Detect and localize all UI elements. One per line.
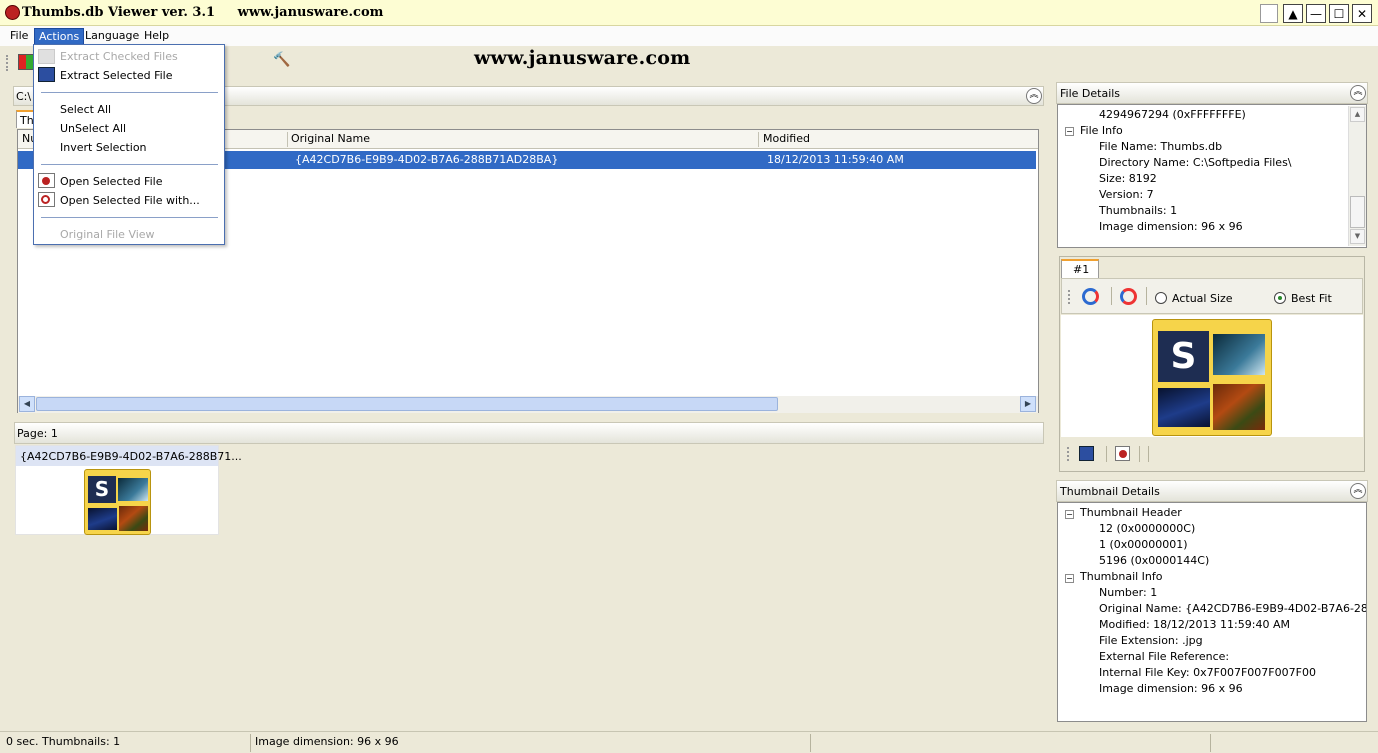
- actual-size-label[interactable]: Actual Size: [1172, 292, 1233, 305]
- thumb-details-header: Thumbnail Details ︽: [1056, 480, 1368, 502]
- best-fit-radio[interactable]: [1274, 292, 1286, 304]
- vertical-scrollbar[interactable]: ▲ ▼: [1348, 106, 1366, 246]
- thumbnail-caption: {A42CD7B6-E9B9-4D02-B7A6-288B71...: [20, 450, 242, 463]
- thumb-details-tree: − Thumbnail Header 12 (0x0000000C) 1 (0x…: [1057, 502, 1367, 722]
- tree-item: 5196 (0x0000144C): [1099, 554, 1210, 567]
- tree-item: 12 (0x0000000C): [1099, 522, 1196, 535]
- rollup-button[interactable]: ▲: [1283, 4, 1303, 23]
- column-modified[interactable]: Modified: [763, 132, 810, 145]
- file-details-tree: 4294967294 (0xFFFFFFFE) − File Info File…: [1057, 104, 1367, 248]
- extract-checked-icon: [38, 49, 55, 64]
- window-menu-button[interactable]: [1260, 4, 1278, 23]
- app-bug-icon: [5, 5, 20, 20]
- tree-item: Internal File Key: 0x7F007F007F007F00: [1099, 666, 1316, 679]
- preview-image: S: [1152, 319, 1272, 436]
- tree-item: Modified: 18/12/2013 11:59:40 AM: [1099, 618, 1290, 631]
- tree-item: Original Name: {A42CD7B6-E9B9-4D02-B7A6-…: [1099, 602, 1366, 615]
- tree-item: Number: 1: [1099, 586, 1158, 599]
- scroll-right-icon[interactable]: ▶: [1020, 396, 1036, 412]
- tree-item: File Name: Thumbs.db: [1099, 140, 1223, 153]
- collapse-up-icon[interactable]: ︽: [1350, 483, 1366, 499]
- tree-item: 1 (0x00000001): [1099, 538, 1188, 551]
- tree-group-file-info[interactable]: File Info: [1080, 124, 1123, 137]
- rotate-right-icon[interactable]: [1120, 288, 1137, 305]
- scroll-thumb[interactable]: [36, 397, 778, 411]
- close-button[interactable]: ✕: [1352, 4, 1372, 23]
- menu-item-select-all[interactable]: Select All: [60, 103, 111, 116]
- window-title: Thumbs.db Viewer ver. 3.1 www.janusware.…: [22, 5, 384, 20]
- tree-item: External File Reference:: [1099, 650, 1230, 663]
- menu-item-open-selected[interactable]: Open Selected File: [60, 175, 162, 188]
- collapse-icon[interactable]: −: [1065, 510, 1074, 519]
- menu-file[interactable]: File: [6, 28, 32, 45]
- open-external-icon[interactable]: [1115, 446, 1130, 461]
- collapse-icon[interactable]: −: [1065, 574, 1074, 583]
- menu-item-unselect-all[interactable]: UnSelect All: [60, 122, 126, 135]
- path-label: C:\: [16, 90, 32, 103]
- toolbar-grip: [6, 55, 9, 71]
- status-image-dimension: Image dimension: 96 x 96: [255, 735, 399, 748]
- rotate-left-icon[interactable]: [1082, 288, 1099, 305]
- website-banner[interactable]: www.janusware.com: [474, 47, 690, 69]
- title-bar: Thumbs.db Viewer ver. 3.1 www.janusware.…: [0, 0, 1378, 26]
- scroll-left-icon[interactable]: ◀: [19, 396, 35, 412]
- menu-item-original-file-view: Original File View: [60, 228, 155, 241]
- column-original-name[interactable]: Original Name: [291, 132, 370, 145]
- menu-bar: File Actions Language Help: [0, 26, 1378, 46]
- menu-item-open-selected-with[interactable]: Open Selected File with...: [60, 194, 200, 207]
- file-details-title: File Details: [1060, 87, 1121, 100]
- actions-menu: Extract Checked Files Extract Selected F…: [33, 44, 225, 245]
- row-original-name: {A42CD7B6-E9B9-4D02-B7A6-288B71AD28BA}: [295, 153, 559, 166]
- preview-bottom-toolbar: [1061, 440, 1363, 469]
- file-details-header: File Details ︽: [1056, 82, 1368, 104]
- tree-item: Size: 8192: [1099, 172, 1157, 185]
- menu-item-extract-selected[interactable]: Extract Selected File: [60, 69, 172, 82]
- menu-item-extract-checked: Extract Checked Files: [60, 50, 178, 63]
- preview-toolbar: Actual Size Best Fit: [1061, 278, 1363, 314]
- collapse-up-icon[interactable]: ︽: [1026, 88, 1042, 104]
- save-icon: [38, 67, 55, 82]
- thumbnail-card[interactable]: {A42CD7B6-E9B9-4D02-B7A6-288B71... S: [15, 445, 242, 535]
- minimize-button[interactable]: —: [1306, 4, 1326, 23]
- tree-item: File Extension: .jpg: [1099, 634, 1203, 647]
- open-with-icon: [38, 192, 55, 207]
- tree-item: Image dimension: 96 x 96: [1099, 220, 1243, 233]
- row-modified: 18/12/2013 11:59:40 AM: [767, 153, 904, 166]
- scroll-thumb[interactable]: [1350, 196, 1365, 228]
- preview-canvas: S: [1061, 315, 1363, 437]
- tree-item: Version: 7: [1099, 188, 1154, 201]
- best-fit-label[interactable]: Best Fit: [1291, 292, 1332, 305]
- menu-language[interactable]: Language: [81, 28, 143, 45]
- hammer-icon[interactable]: 🔨: [273, 52, 291, 70]
- tree-group-header[interactable]: Thumbnail Header: [1080, 506, 1182, 519]
- preview-tab[interactable]: #1: [1061, 259, 1099, 278]
- actual-size-radio[interactable]: [1155, 292, 1167, 304]
- thumb-details-title: Thumbnail Details: [1060, 485, 1160, 498]
- menu-item-invert-selection[interactable]: Invert Selection: [60, 141, 147, 154]
- open-file-icon[interactable]: [18, 54, 34, 70]
- tree-item: Image dimension: 96 x 96: [1099, 682, 1243, 695]
- page-bar: Page: 1: [14, 422, 1044, 444]
- tree-item: 4294967294 (0xFFFFFFFE): [1099, 108, 1246, 121]
- status-bar: 0 sec. Thumbnails: 1 Image dimension: 96…: [0, 731, 1378, 753]
- open-file-bug-icon: [38, 173, 55, 188]
- maximize-button[interactable]: ☐: [1329, 4, 1349, 23]
- thumbnail-image: S: [84, 469, 151, 535]
- menu-help[interactable]: Help: [140, 28, 173, 45]
- tree-item: Thumbnails: 1: [1099, 204, 1178, 217]
- collapse-icon[interactable]: −: [1065, 127, 1074, 136]
- menu-actions[interactable]: Actions: [34, 28, 85, 45]
- horizontal-scrollbar[interactable]: ◀ ▶: [18, 396, 1038, 413]
- save-icon[interactable]: [1079, 446, 1094, 461]
- status-left: 0 sec. Thumbnails: 1: [6, 735, 121, 748]
- page-label: Page: 1: [17, 427, 58, 440]
- tree-item: Directory Name: C:\Softpedia Files\: [1099, 156, 1292, 169]
- scroll-up-icon[interactable]: ▲: [1350, 107, 1365, 122]
- collapse-up-icon[interactable]: ︽: [1350, 85, 1366, 101]
- tree-group-info[interactable]: Thumbnail Info: [1080, 570, 1163, 583]
- scroll-down-icon[interactable]: ▼: [1350, 229, 1365, 244]
